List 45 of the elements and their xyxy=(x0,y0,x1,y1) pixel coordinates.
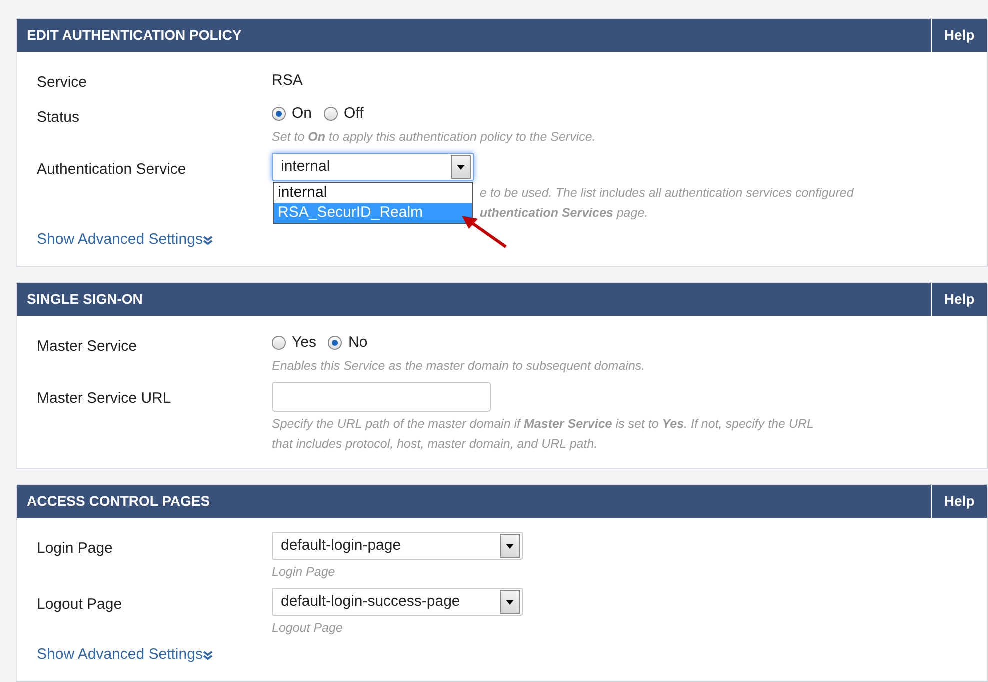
caret-icon xyxy=(457,164,465,170)
radio-button[interactable] xyxy=(272,336,286,350)
hint-text: Specify the URL path of the master domain if Master Service is set to Yes. If not, specify the URL xyxy=(272,416,814,433)
double-chevron-icon xyxy=(202,236,213,245)
panel-title: SINGLE SIGN-ON xyxy=(26,290,144,308)
field-value: RSA xyxy=(272,71,303,91)
field-label: Login Page xyxy=(37,539,114,559)
advanced-settings-link[interactable]: Show Advanced Settings xyxy=(37,229,213,252)
radio-button[interactable] xyxy=(328,336,342,350)
field-label: Authentication Service xyxy=(37,160,188,180)
help-link[interactable]: Help xyxy=(931,282,987,316)
field-label: Master Service URL xyxy=(37,389,172,409)
hint-text: uthentication Services page. xyxy=(480,205,650,222)
advanced-settings-link[interactable]: Show Advanced Settings xyxy=(37,644,213,666)
hint-text: Enables this Service as the master domain to subsequent domains. xyxy=(272,358,646,375)
field-label: Service xyxy=(37,73,88,93)
dropdown-button[interactable] xyxy=(500,590,520,614)
double-chevron-icon xyxy=(202,650,213,660)
dropdown-button[interactable] xyxy=(500,534,520,558)
select-field[interactable]: internal xyxy=(272,153,474,181)
field-label: Master Service xyxy=(37,336,138,356)
dropdown-option[interactable]: internal xyxy=(274,183,472,203)
radio-label[interactable]: No xyxy=(348,332,368,354)
caret-icon xyxy=(506,544,514,548)
radio-label[interactable]: On xyxy=(292,102,312,125)
hint-text: that includes protocol, host, master domain, and URL path. xyxy=(272,436,599,453)
help-link[interactable]: Help xyxy=(931,19,987,52)
hint-text: Set to On to apply this authentication policy to the Service. xyxy=(272,129,596,146)
radio-button[interactable] xyxy=(272,106,286,121)
select-field[interactable]: default-login-success-page xyxy=(272,588,523,616)
hint-text: Logout Page xyxy=(272,620,344,637)
radio-label[interactable]: Off xyxy=(344,102,364,125)
radio-label[interactable]: Yes xyxy=(292,332,316,354)
select-field[interactable]: default-login-page xyxy=(272,532,523,560)
hint-text: e to be used. The list includes all authentication services configured xyxy=(480,185,854,202)
panel-title: EDIT AUTHENTICATION POLICY xyxy=(26,26,243,45)
caret-icon xyxy=(506,600,514,604)
help-link[interactable]: Help xyxy=(931,485,987,518)
field-label: Status xyxy=(37,108,81,128)
url-input-field[interactable] xyxy=(272,382,491,412)
hint-text: Login Page xyxy=(272,564,336,581)
dropdown-button[interactable] xyxy=(451,155,471,179)
panel-title: ACCESS CONTROL PAGES xyxy=(26,492,212,511)
radio-button[interactable] xyxy=(324,106,338,121)
field-label: Logout Page xyxy=(37,595,124,615)
